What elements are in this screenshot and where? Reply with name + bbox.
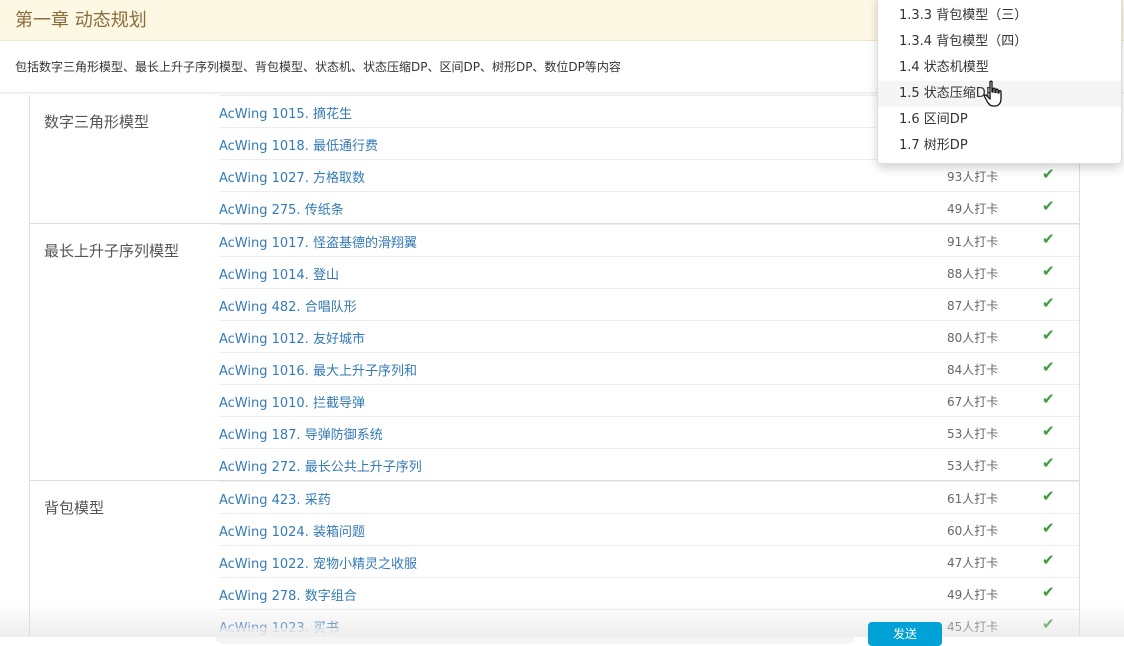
checkin-count: 84人打卡 — [947, 363, 999, 377]
problem-row: AcWing 1022. 宠物小精灵之收服 47人打卡 ✔ — [219, 545, 1079, 577]
problem-link[interactable]: AcWing 482. 合唱队形 — [219, 296, 357, 315]
problem-link[interactable]: AcWing 187. 导弹防御系统 — [219, 424, 383, 443]
check-icon: ✔ — [1042, 583, 1055, 601]
check-icon: ✔ — [1042, 358, 1055, 376]
problem-list-panel: 数字三角形模型 AcWing 1015. 摘花生 AcWing 1018. 最低通行… — [29, 95, 1080, 637]
problem-link[interactable]: AcWing 278. 数字组合 — [219, 585, 357, 604]
chapter-description: 包括数字三角形模型、最长上升子序列模型、背包模型、状态机、状态压缩DP、区间DP… — [15, 60, 621, 74]
problem-row: AcWing 1016. 最大上升子序列和 84人打卡 ✔ — [219, 352, 1079, 384]
problem-link[interactable]: AcWing 1012. 友好城市 — [219, 328, 365, 347]
dropdown-item[interactable]: 1.4 状态机模型 — [878, 55, 1121, 81]
dropdown-item[interactable]: 1.7 树形DP — [878, 133, 1121, 159]
check-icon: ✔ — [1042, 294, 1055, 312]
problem-group: 最长上升子序列模型 AcWing 1017. 怪盗基德的滑翔翼 91人打卡 ✔ AcWi… — [30, 223, 1079, 480]
send-button[interactable]: 发送 — [868, 622, 942, 646]
problem-link[interactable]: AcWing 1010. 拦截导弹 — [219, 392, 365, 411]
problem-link[interactable]: AcWing 1016. 最大上升子序列和 — [219, 360, 417, 379]
problem-row: AcWing 1014. 登山 88人打卡 ✔ — [219, 256, 1079, 288]
problem-row: AcWing 272. 最长公共上升子序列 53人打卡 ✔ — [219, 448, 1079, 480]
problem-link[interactable]: AcWing 423. 采药 — [219, 489, 331, 508]
problem-link[interactable]: AcWing 1017. 怪盗基德的滑翔翼 — [219, 232, 417, 251]
checkin-count: 61人打卡 — [947, 492, 999, 506]
group-title: 背包模型 — [44, 499, 105, 517]
problem-row: AcWing 1017. 怪盗基德的滑翔翼 91人打卡 ✔ — [219, 224, 1079, 256]
check-icon: ✔ — [1042, 422, 1055, 440]
checkin-count: 87人打卡 — [947, 299, 999, 313]
checkin-count: 53人打卡 — [947, 459, 999, 473]
check-icon: ✔ — [1042, 165, 1055, 183]
problem-link[interactable]: AcWing 1018. 最低通行费 — [219, 135, 378, 154]
problem-link[interactable]: AcWing 272. 最长公共上升子序列 — [219, 456, 422, 475]
checkin-count: 60人打卡 — [947, 524, 999, 538]
problem-link[interactable]: AcWing 1015. 摘花生 — [219, 103, 352, 122]
problem-row: AcWing 1012. 友好城市 80人打卡 ✔ — [219, 320, 1079, 352]
hand-pointer-icon — [983, 80, 1002, 107]
checkin-count: 47人打卡 — [947, 556, 999, 570]
group-title: 数字三角形模型 — [44, 113, 150, 131]
dropdown-item[interactable]: 1.6 区间DP — [878, 107, 1121, 133]
check-icon: ✔ — [1042, 454, 1055, 472]
group-title: 最长上升子序列模型 — [44, 242, 180, 260]
check-icon: ✔ — [1042, 262, 1055, 280]
problem-link[interactable]: AcWing 275. 传纸条 — [219, 199, 344, 218]
problem-link[interactable]: AcWing 1024. 装箱问题 — [219, 521, 365, 540]
check-icon: ✔ — [1042, 390, 1055, 408]
problem-row: AcWing 187. 导弹防御系统 53人打卡 ✔ — [219, 416, 1079, 448]
problem-list: 数字三角形模型 AcWing 1015. 摘花生 AcWing 1018. 最低通行… — [30, 95, 1079, 641]
checkin-count: 53人打卡 — [947, 427, 999, 441]
checkin-count: 93人打卡 — [947, 170, 999, 184]
checkin-count: 49人打卡 — [947, 588, 999, 602]
problem-link[interactable]: AcWing 1027. 方格取数 — [219, 167, 365, 186]
dropdown-item[interactable]: 1.3.4 背包模型（四） — [878, 29, 1121, 55]
checkin-count: 88人打卡 — [947, 267, 999, 281]
checkin-count: 49人打卡 — [947, 202, 999, 216]
problem-link[interactable]: AcWing 1022. 宠物小精灵之收服 — [219, 553, 417, 572]
problem-row: AcWing 482. 合唱队形 87人打卡 ✔ — [219, 288, 1079, 320]
problem-row: AcWing 1010. 拦截导弹 67人打卡 ✔ — [219, 384, 1079, 416]
checkin-count: 67人打卡 — [947, 395, 999, 409]
check-icon: ✔ — [1042, 519, 1055, 537]
check-icon: ✔ — [1042, 551, 1055, 569]
problem-link[interactable]: AcWing 1014. 登山 — [219, 264, 339, 283]
check-icon: ✔ — [1042, 487, 1055, 505]
check-icon: ✔ — [1042, 230, 1055, 248]
problem-row: AcWing 1024. 装箱问题 60人打卡 ✔ — [219, 513, 1079, 545]
danmu-input[interactable] — [215, 628, 855, 644]
checkin-count: 91人打卡 — [947, 235, 999, 249]
check-icon: ✔ — [1042, 326, 1055, 344]
checkin-count: 80人打卡 — [947, 331, 999, 345]
check-icon: ✔ — [1042, 197, 1055, 215]
problem-row: AcWing 275. 传纸条 49人打卡 ✔ — [219, 191, 1079, 223]
chapter-title: 第一章 动态规划 — [15, 10, 147, 31]
dropdown-item[interactable]: 1.3.3 背包模型（三） — [878, 3, 1121, 29]
problem-row: AcWing 423. 采药 61人打卡 ✔ — [219, 481, 1079, 513]
